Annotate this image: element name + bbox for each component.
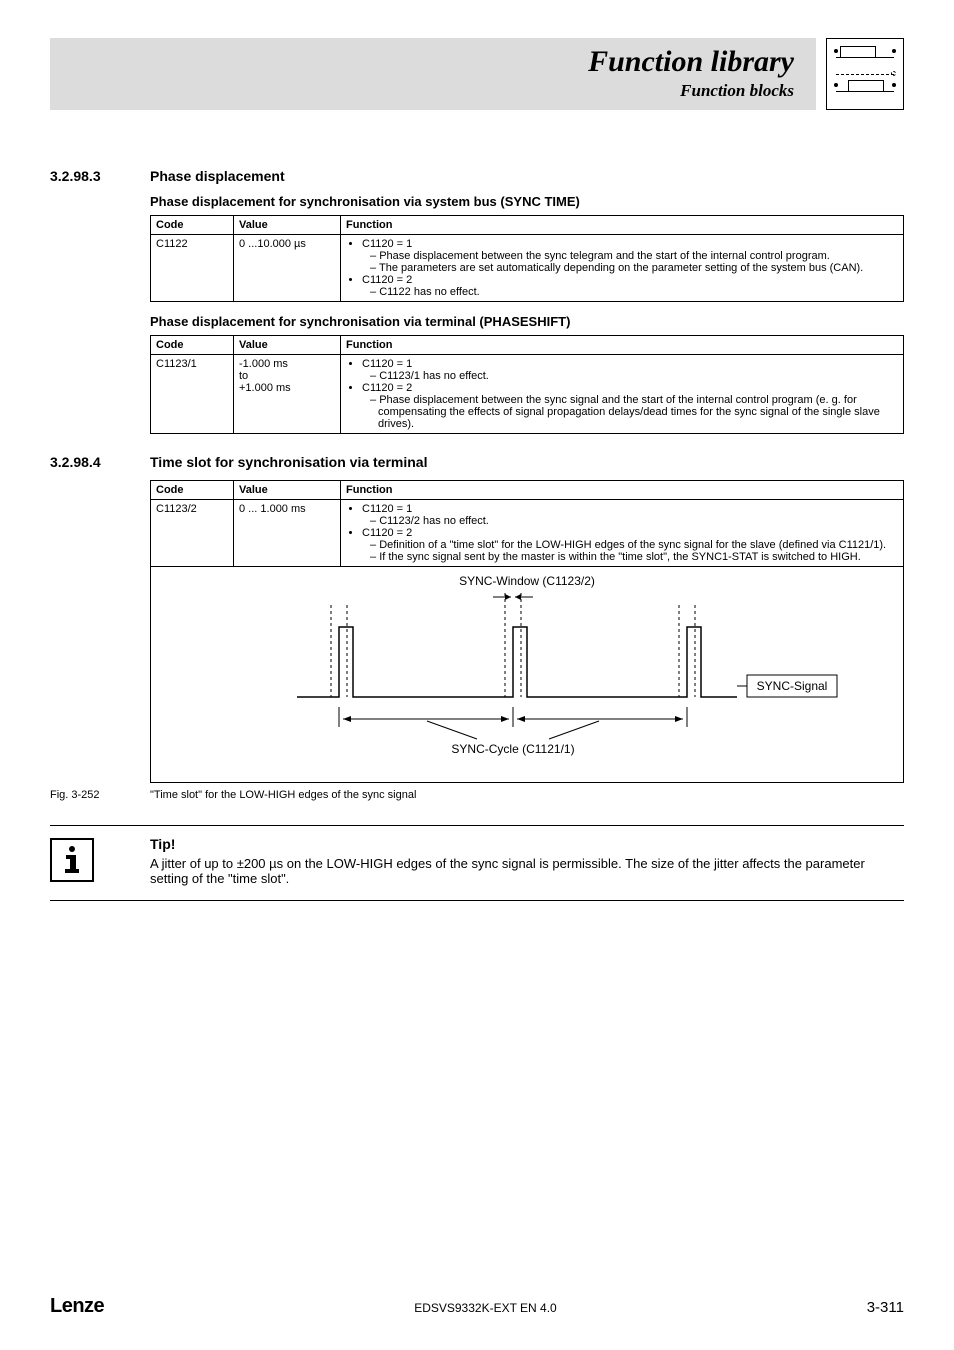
dash-text: If the sync signal sent by the master is… [368,551,898,563]
figure-sync-window: SYNC-Window (C1123/2) [150,567,904,783]
dash-text: C1123/1 has no effect. [368,370,898,382]
th-function: Function [341,336,904,355]
th-function: Function [341,481,904,500]
th-value: Value [234,336,341,355]
dash-text: C1123/2 has no effect. [368,515,898,527]
function-block-icon [826,38,904,110]
section-time-slot: 3.2.98.4 Time slot for synchronisation v… [50,454,904,901]
info-icon [50,838,94,882]
dash-text: Phase displacement between the sync sign… [368,394,898,430]
sync-cycle-label: SYNC-Cycle (C1121/1) [451,742,574,756]
bullet-text: C1120 = 1 [362,358,412,370]
tip-title: Tip! [150,836,904,852]
table-time-slot: Code Value Function C1123/2 0 ... 1.000 … [150,480,904,567]
th-code: Code [151,336,234,355]
subheading-sync-time: Phase displacement for synchronisation v… [150,194,904,209]
page-header: Function library Function blocks [50,38,904,110]
cell-code: C1122 [151,235,234,302]
header-subtitle: Function blocks [588,81,794,101]
table-phaseshift: Code Value Function C1123/1 -1.000 ms to… [150,335,904,434]
bullet-text: C1120 = 2 [362,382,412,394]
table-row: C1122 0 ...10.000 µs C1120 = 1 Phase dis… [151,235,904,302]
bullet-text: C1120 = 1 [362,238,412,250]
tip-box: Tip! A jitter of up to ±200 µs on the LO… [50,825,904,901]
cell-function: C1120 = 1 C1123/1 has no effect. C1120 =… [341,355,904,434]
section-number: 3.2.98.3 [50,168,150,446]
brand-logo: Lenze [50,1295,104,1318]
section-phase-displacement: 3.2.98.3 Phase displacement Phase displa… [50,168,904,446]
bullet-text: C1120 = 2 [362,527,412,539]
figure-number: Fig. 3-252 [50,789,150,801]
cell-code: C1123/1 [151,355,234,434]
table-row: C1123/1 -1.000 ms to +1.000 ms C1120 = 1… [151,355,904,434]
doc-id: EDSVS9332K-EXT EN 4.0 [414,1301,557,1315]
cell-value: 0 ...10.000 µs [234,235,341,302]
dash-text: C1122 has no effect. [368,286,898,298]
sync-diagram: SYNC-Window (C1123/2) [151,567,903,777]
th-code: Code [151,216,234,235]
th-function: Function [341,216,904,235]
sync-signal-label: SYNC-Signal [757,679,828,693]
bullet-text: C1120 = 2 [362,274,412,286]
bullet-text: C1120 = 1 [362,503,412,515]
cell-code: C1123/2 [151,500,234,567]
dash-text: The parameters are set automatically dep… [368,262,898,274]
cell-function: C1120 = 1 C1123/2 has no effect. C1120 =… [341,500,904,567]
figure-caption: Fig. 3-252 "Time slot" for the LOW-HIGH … [50,789,904,801]
page-number: 3-311 [867,1299,904,1316]
th-value: Value [234,481,341,500]
dash-text: Phase displacement between the sync tele… [368,250,898,262]
th-value: Value [234,216,341,235]
table-sync-time: Code Value Function C1122 0 ...10.000 µs… [150,215,904,302]
section-title: Phase displacement [150,168,904,184]
page: Function library Function blocks 3.2.98.… [0,0,954,1350]
tip-body-text: A jitter of up to ±200 µs on the LOW-HIG… [150,856,904,886]
subheading-phaseshift: Phase displacement for synchronisation v… [150,314,904,329]
cell-function: C1120 = 1 Phase displacement between the… [341,235,904,302]
dash-text: Definition of a "time slot" for the LOW-… [368,539,898,551]
figure-caption-text: "Time slot" for the LOW-HIGH edges of th… [150,789,416,801]
cell-value: -1.000 ms to +1.000 ms [234,355,341,434]
th-code: Code [151,481,234,500]
cell-value: 0 ... 1.000 ms [234,500,341,567]
page-footer: Lenze EDSVS9332K-EXT EN 4.0 3-311 [50,1295,904,1318]
sync-window-label: SYNC-Window (C1123/2) [459,574,595,588]
table-row: C1123/2 0 ... 1.000 ms C1120 = 1 C1123/2… [151,500,904,567]
tip-icon [50,836,150,886]
header-title: Function library [588,47,794,77]
section-title: Time slot for synchronisation via termin… [150,454,904,470]
header-bar: Function library Function blocks [50,38,816,110]
